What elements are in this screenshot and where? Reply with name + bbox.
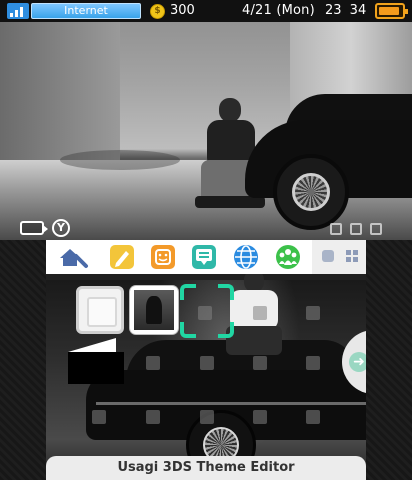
car-stripe	[96, 402, 366, 405]
notifications-chat-icon	[192, 245, 216, 269]
single-view-icon[interactable]	[322, 250, 334, 262]
arrow-right-icon: ➜	[349, 352, 366, 372]
empty-slot-dot[interactable]	[146, 410, 160, 424]
friends-face-icon	[151, 245, 175, 269]
photo-thumbnail	[134, 290, 174, 330]
bottom-border-right	[366, 240, 412, 480]
miiverse-button[interactable]	[274, 243, 302, 271]
wallpaper-shadow	[68, 352, 124, 384]
top-screen-hints: Y	[18, 218, 78, 238]
home-toolbar	[46, 240, 366, 274]
top-right-hints	[330, 220, 400, 238]
bottom-screen: ➜ Usagi 3DS Theme Editor	[46, 240, 366, 480]
internet-globe-icon	[234, 245, 258, 269]
footer-label: Usagi 3DS Theme Editor	[46, 456, 366, 480]
empty-slot-dot[interactable]	[253, 306, 267, 320]
home-settings-button[interactable]	[46, 240, 98, 274]
square-icon	[330, 223, 342, 235]
wallpaper-car	[245, 82, 412, 232]
app-slot-photo[interactable]	[130, 286, 178, 334]
status-bar: Internet $ 300 4/21 (Mon) 23 34	[0, 0, 412, 22]
background-wall-left	[0, 0, 120, 165]
notifications-button[interactable]	[190, 243, 218, 271]
wifi-signal-icon	[7, 3, 29, 19]
empty-slot-dot[interactable]	[200, 356, 214, 370]
camera-icon[interactable]	[20, 221, 48, 235]
car-rim	[292, 173, 330, 211]
miiverse-people-icon	[276, 245, 300, 269]
notes-pencil-icon	[110, 245, 134, 269]
top-screen: Internet $ 300 4/21 (Mon) 23 34 Y	[0, 0, 412, 240]
empty-slot-dot[interactable]	[253, 410, 267, 424]
empty-slot-dot[interactable]	[306, 306, 320, 320]
play-coin-count: 300	[170, 3, 195, 18]
play-coin-icon: $	[150, 4, 165, 19]
app-slot-empty[interactable]	[76, 286, 124, 334]
y-button-icon[interactable]: Y	[52, 219, 70, 237]
empty-slot-dot[interactable]	[200, 410, 214, 424]
floor-shadow	[60, 150, 180, 170]
time-display: 23 34	[325, 3, 367, 18]
view-toggle[interactable]	[312, 240, 366, 274]
internet-button[interactable]	[232, 243, 260, 271]
empty-slot-dot[interactable]	[146, 356, 160, 370]
empty-slot-dot[interactable]	[306, 356, 320, 370]
grid-view-icon[interactable]	[346, 250, 358, 262]
network-status: Internet	[31, 3, 141, 19]
friends-button[interactable]	[149, 243, 177, 271]
selection-cursor	[180, 284, 234, 338]
empty-slot-dot[interactable]	[306, 410, 320, 424]
square-icon	[350, 223, 362, 235]
empty-slot-dot[interactable]	[253, 356, 267, 370]
notes-button[interactable]	[108, 243, 136, 271]
date-display: 4/21 (Mon)	[242, 3, 315, 18]
person-head	[219, 98, 241, 122]
square-icon	[370, 223, 382, 235]
battery-icon	[375, 3, 408, 19]
empty-slot-dot[interactable]	[92, 410, 106, 424]
person-legs	[226, 326, 282, 355]
bottom-border-left	[0, 240, 46, 480]
home-settings-icon	[60, 249, 88, 268]
car-wheel	[273, 154, 349, 230]
